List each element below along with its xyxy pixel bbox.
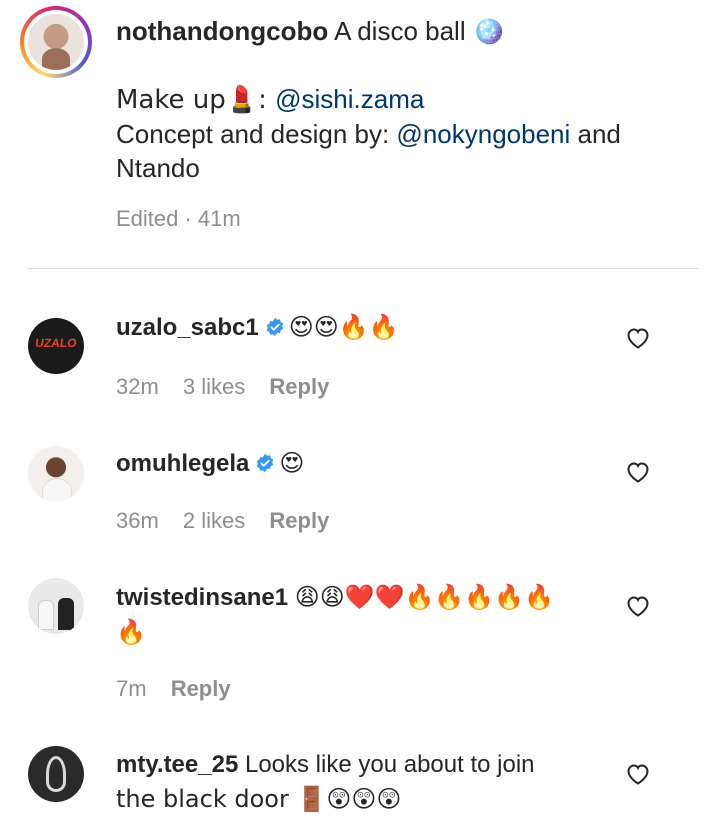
reply-button[interactable]: Reply [171, 676, 231, 701]
heart-icon[interactable] [626, 595, 650, 617]
comment-body: uzalo_sabc1 😍😍🔥🔥 [116, 310, 606, 345]
comment-text-line-2: the black door 🚪😲😲😲 [116, 785, 402, 813]
caption-avatar[interactable] [20, 6, 92, 78]
makeup-label: Make up💄: [116, 85, 276, 115]
comment-time: 7m [116, 676, 147, 701]
comment-text-line-2: 🔥 [116, 618, 146, 646]
heart-icon[interactable] [626, 327, 650, 349]
edited-timestamp: Edited · 41m [116, 206, 241, 231]
comment-username[interactable]: mty.tee_25 [116, 751, 238, 778]
comment-likes[interactable]: 3 likes [183, 374, 245, 399]
comment-likes[interactable]: 2 likes [183, 508, 245, 533]
reply-button[interactable]: Reply [269, 374, 329, 399]
comment-body: mty.tee_25 Looks like you about to join … [116, 748, 606, 817]
comment-meta: 36m 2 likes Reply [116, 508, 347, 534]
avatar-ring-inner [24, 10, 88, 74]
avatar-chain [46, 756, 66, 792]
mention-nokyngobeni[interactable]: @nokyngobeni [396, 119, 570, 149]
comment-username[interactable]: omuhlegela [116, 450, 249, 477]
comment-meta: 7m Reply [116, 676, 249, 702]
comment-text: 😩😩❤️❤️🔥🔥🔥🔥🔥 [294, 583, 554, 611]
comment-time: 36m [116, 508, 159, 533]
caption-body: A disco ball 🪩 [334, 16, 506, 46]
concept-tail-2: Ntando [116, 153, 200, 183]
concept-label: Concept and design by: [116, 119, 397, 149]
mention-sishi-zama[interactable]: @sishi.zama [275, 84, 424, 114]
verified-badge-icon [266, 317, 283, 337]
comment-body: omuhlegela 😍 [116, 446, 606, 481]
avatar-figure [38, 600, 54, 630]
verified-badge-icon [257, 453, 274, 473]
comment-time: 32m [116, 374, 159, 399]
avatar-figure [58, 598, 74, 630]
comment-username[interactable]: uzalo_sabc1 [116, 314, 259, 341]
avatar-image [28, 14, 84, 70]
comment-text: 😍😍🔥🔥 [288, 313, 399, 341]
comment-body: twistedinsane1 😩😩❤️❤️🔥🔥🔥🔥🔥 🔥 [116, 580, 606, 650]
comment-username[interactable]: twistedinsane1 [116, 584, 288, 611]
caption-username[interactable]: nothandongcobo [116, 16, 328, 46]
concept-tail: and [570, 119, 621, 149]
post-caption: nothandongcobo A disco ball 🪩 Make up💄: … [0, 0, 720, 268]
caption-divider [28, 268, 698, 269]
commenter-avatar[interactable] [28, 746, 84, 802]
commenter-avatar[interactable] [28, 578, 84, 634]
comment-text: Looks like you about to join [244, 751, 535, 778]
commenter-avatar[interactable]: UZALO [28, 318, 84, 374]
uzalo-logo: UZALO [34, 336, 78, 350]
reply-button[interactable]: Reply [269, 508, 329, 533]
comment-text: 😍 [279, 449, 305, 477]
comment-meta: 32m 3 likes Reply [116, 374, 347, 400]
commenter-avatar[interactable] [28, 446, 84, 502]
heart-icon[interactable] [626, 763, 650, 785]
heart-icon[interactable] [626, 461, 650, 483]
caption-text: nothandongcobo A disco ball 🪩 Make up💄: … [116, 14, 696, 185]
